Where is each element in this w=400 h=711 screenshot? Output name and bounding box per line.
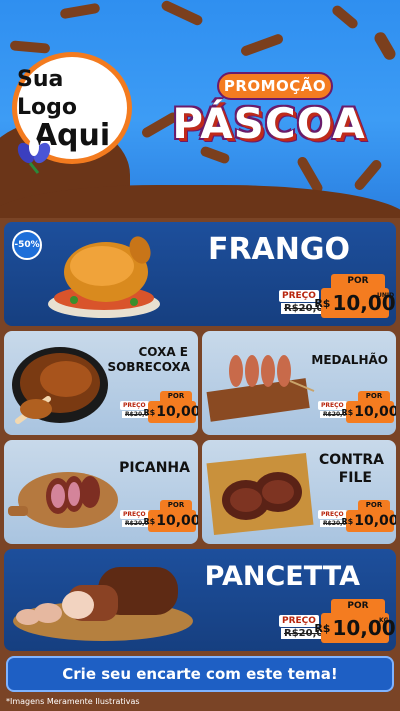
product-card-contra-file[interactable]: CONTRA FILE PREÇO R$20,00 POR R$ 10,00 [202,440,396,544]
picanha-image [8,472,118,528]
chocolate-sprinkle [159,0,205,27]
price-tag: PREÇO R$20,00 POR R$ 10,00 [120,500,198,534]
logo-text-line1: Sua Logo [17,67,77,120]
new-price: R$ 10,00 [341,401,396,423]
promo-title: PROMOÇÃO PÁSCOA [155,72,383,162]
price-tag: PREÇO R$20,00 POR R$ 10,00 [120,391,198,425]
chocolate-sprinkle [330,3,360,31]
currency: R$ [341,407,354,417]
por-label: POR [358,391,390,401]
new-price: R$ 10,00 [143,510,198,532]
price-value: 10,00 [354,513,396,529]
currency: R$ [143,407,156,417]
skewer-image [206,355,315,422]
steak-image [206,452,314,536]
price-tag: PREÇO R$20,00 POR R$ 10,00 UNID [279,274,396,318]
product-card-pancetta[interactable]: PANCETTA PREÇO R$20,00 POR R$ 10,00 KG [4,549,396,651]
product-name: PICANHA [119,460,190,476]
product-name: MEDALHÃO [311,353,388,367]
product-name-line2: FILE [338,470,372,486]
product-name-line1: COXA E [138,345,189,359]
por-label: POR [331,274,385,288]
chocolate-splash [0,185,400,218]
chocolate-sprinkle [239,32,285,58]
currency: R$ [341,516,354,526]
currency: R$ [314,296,331,310]
footnote: *Imagens Meramente Ilustrativas [6,697,140,706]
por-label: POR [358,500,390,510]
product-name-line2: SOBRECOXA [107,360,190,374]
new-price: R$ 10,00 [341,510,396,532]
pancetta-image [13,567,193,641]
product-card-picanha[interactable]: PICANHA PREÇO R$20,00 POR R$ 10,00 [4,440,198,544]
product-card-medalhao[interactable]: MEDALHÃO PREÇO R$20,00 POR R$ 10,00 [202,331,396,435]
currency: R$ [143,516,156,526]
product-card-coxa[interactable]: COXA E SOBRECOXA PREÇO R$20,00 POR R$ 10… [4,331,198,435]
product-card-frango[interactable]: -50% FRANGO PREÇO R$20,00 POR R$ 10,00 U… [4,222,396,326]
new-price: R$ 10,00 [143,401,198,423]
promo-main-label: PÁSCOA [172,99,366,148]
chicken-image [48,236,160,318]
flower-icon [17,138,51,174]
chocolate-sprinkle [59,2,101,20]
price-value: 10,00 [354,404,396,420]
price-tag: PREÇO R$20,00 POR R$ 10,00 [318,391,396,425]
price-value: 10,00 [156,404,198,420]
chocolate-sprinkle [9,40,51,54]
chocolate-sprinkle [372,30,398,62]
discount-badge: -50% [12,230,42,260]
unit-label: UNID [377,292,395,299]
por-label: POR [160,500,192,510]
price-tag: PREÇO R$20,00 POR R$ 10,00 KG [279,599,396,645]
product-name: FRANGO [207,232,350,267]
product-name: PANCETTA [204,561,360,592]
currency: R$ [314,621,331,635]
price-tag: PREÇO R$20,00 POR R$ 10,00 [318,500,396,534]
chocolate-sprinkle [352,157,384,193]
price-value: 10,00 [156,513,198,529]
product-name-line1: CONTRA [318,452,384,468]
por-label: POR [331,599,385,613]
drumstick-image [12,347,108,424]
preco-label: PREÇO [279,290,319,302]
unit-label: KG [379,617,389,624]
por-label: POR [160,391,192,401]
preco-label: PREÇO [279,615,319,627]
cta-button[interactable]: Crie seu encarte com este tema! [6,656,394,692]
